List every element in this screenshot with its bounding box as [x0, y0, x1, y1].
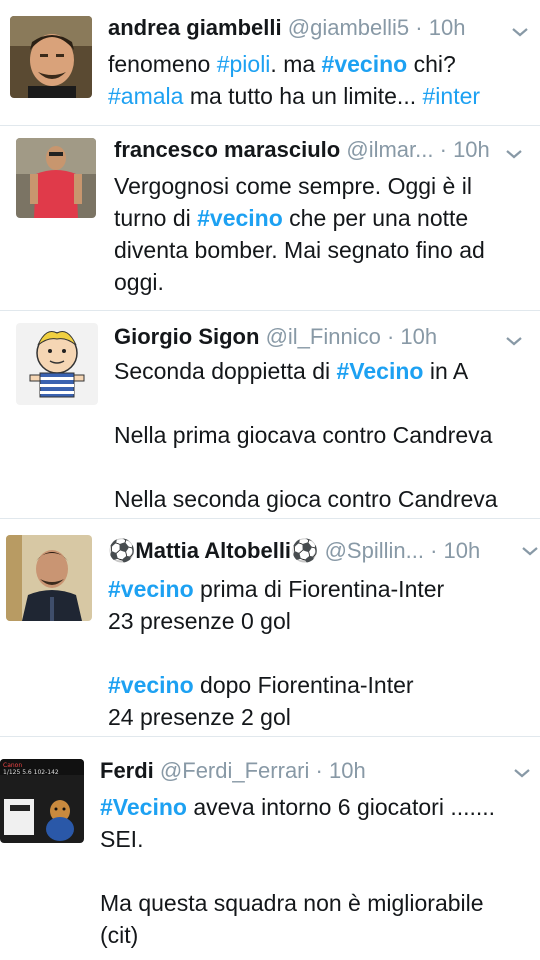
hashtag-link[interactable]: #inter — [423, 83, 481, 109]
tweet-4[interactable]: ⚽Mattia Altobelli⚽ @Spillin... · 10h #ve… — [0, 519, 540, 735]
separator: · — [415, 15, 423, 40]
separator: · — [430, 538, 438, 563]
tweet-text: #Vecino aveva intorno 6 giocatori ......… — [100, 794, 496, 948]
hashtag-link[interactable]: #amala — [108, 83, 183, 109]
separator: · — [315, 758, 323, 783]
avatar[interactable]: Canon 1/125 5.6 102-142 — [0, 759, 84, 843]
avatar[interactable] — [16, 323, 98, 405]
soccer-ball-icon: ⚽ — [291, 538, 319, 563]
timestamp[interactable]: 10h — [429, 15, 466, 40]
svg-text:Canon: Canon — [3, 762, 22, 769]
separator: · — [439, 137, 447, 162]
hashtag-link[interactable]: #vecino — [108, 576, 194, 602]
user-handle[interactable]: @ilmar... — [346, 137, 433, 162]
chevron-down-icon[interactable] — [504, 331, 524, 351]
separator: · — [386, 324, 395, 349]
user-handle[interactable]: @Spillin... — [325, 538, 424, 563]
tweet-text: #vecino prima di Fiorentina-Inter 23 pre… — [108, 576, 445, 730]
display-name[interactable]: andrea giambelli — [108, 15, 282, 40]
tweet-header: ⚽Mattia Altobelli⚽ @Spillin... · 10h — [108, 537, 480, 565]
avatar[interactable] — [10, 16, 92, 98]
svg-text:1/125 5.6 102-142: 1/125 5.6 102-142 — [3, 769, 59, 776]
tweet-header: francesco marasciulo @ilmar... · 10h — [114, 136, 490, 164]
display-name[interactable]: Ferdi — [100, 758, 154, 783]
display-name[interactable]: francesco marasciulo — [114, 137, 340, 162]
tweet-header: Giorgio Sigon @il_Finnico · 10h — [114, 323, 437, 351]
tweet-2[interactable]: francesco marasciulo @ilmar... · 10h Ver… — [0, 126, 540, 306]
hashtag-link[interactable]: #vecino — [108, 672, 194, 698]
display-name[interactable]: Mattia Altobelli — [135, 538, 291, 563]
hashtag-link[interactable]: #Vecino — [337, 358, 424, 384]
timestamp[interactable]: 10h — [453, 137, 490, 162]
chevron-down-icon[interactable] — [504, 144, 524, 164]
hashtag-link[interactable]: #vecino — [322, 51, 408, 77]
tweet-text: Vergognosi come sempre. Oggi è il turno … — [114, 173, 485, 295]
tweet-text: Seconda doppietta di #Vecino in A Nella … — [114, 358, 498, 512]
tweet-1[interactable]: andrea giambelli @giambelli5 · 10h fenom… — [0, 0, 540, 125]
chevron-down-icon[interactable] — [520, 541, 540, 561]
hashtag-link[interactable]: #Vecino — [100, 794, 187, 820]
avatar[interactable] — [6, 535, 92, 621]
tweet-text: fenomeno #pioli. ma #vecino chi? #amala … — [108, 51, 481, 109]
hashtag-link[interactable]: #pioli — [217, 51, 271, 77]
avatar[interactable] — [16, 138, 96, 218]
chevron-down-icon[interactable] — [510, 22, 530, 42]
display-name[interactable]: Giorgio Sigon — [114, 324, 259, 349]
tweet-header: Ferdi @Ferdi_Ferrari · 10h — [100, 757, 366, 785]
tweet-5[interactable]: Canon 1/125 5.6 102-142 Ferdi @Ferdi_Fer… — [0, 737, 540, 960]
user-handle[interactable]: @Ferdi_Ferrari — [160, 758, 309, 783]
tweet-3[interactable]: Giorgio Sigon @il_Finnico · 10h Seconda … — [0, 311, 540, 517]
tweet-header: andrea giambelli @giambelli5 · 10h — [108, 14, 465, 42]
timestamp[interactable]: 10h — [400, 324, 437, 349]
user-handle[interactable]: @il_Finnico — [266, 324, 381, 349]
soccer-ball-icon: ⚽ — [108, 538, 136, 563]
chevron-down-icon[interactable] — [512, 763, 532, 783]
user-handle[interactable]: @giambelli5 — [288, 15, 409, 40]
timestamp[interactable]: 10h — [444, 538, 481, 563]
hashtag-link[interactable]: #vecino — [197, 205, 283, 231]
timestamp[interactable]: 10h — [329, 758, 366, 783]
